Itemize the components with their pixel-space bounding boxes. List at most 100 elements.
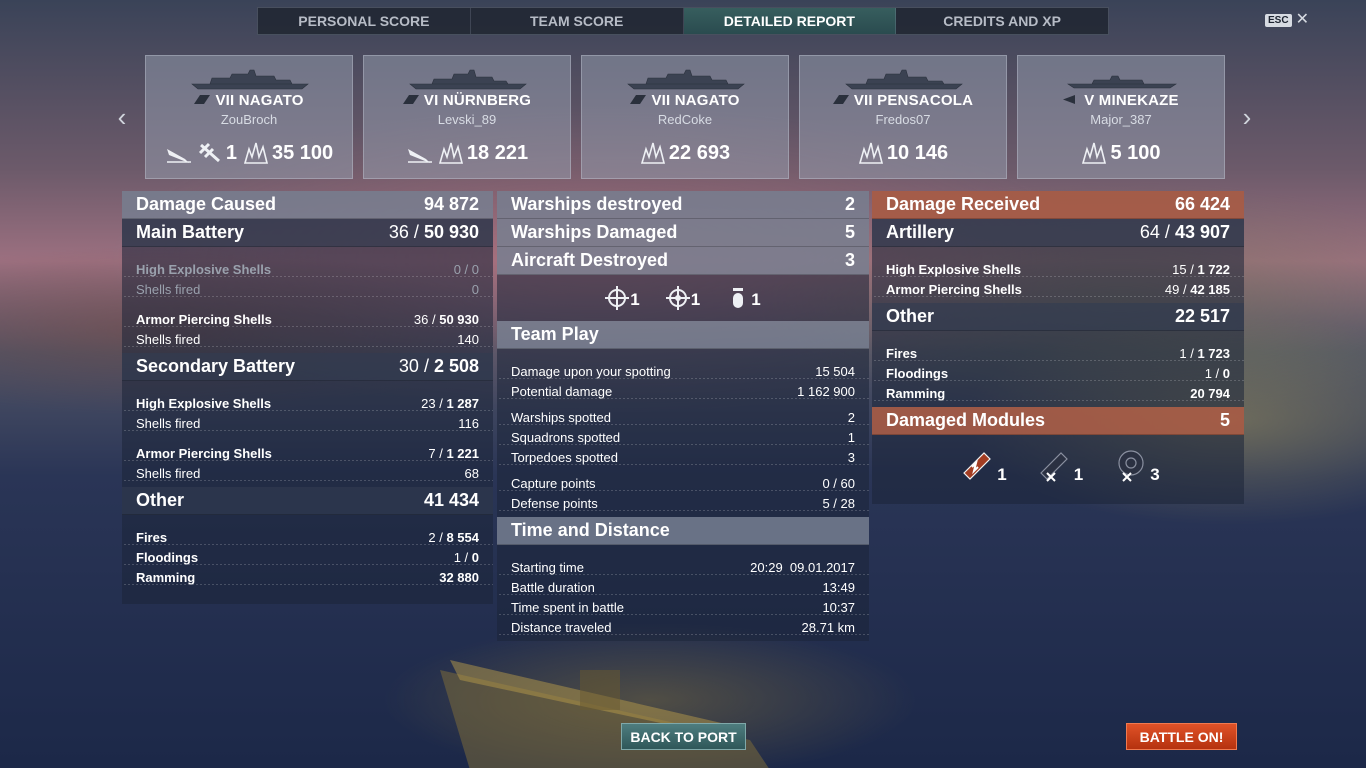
- received-ramming-row: Ramming 20 794: [872, 381, 1244, 401]
- ribbon-destroyed: [406, 141, 432, 165]
- time-distance-header: Time and Distance: [497, 517, 869, 545]
- aircraft-icons-row: 1 1 1: [497, 275, 869, 321]
- battleship-silhouette-icon: [191, 69, 309, 90]
- capture-points-row: Capture points 0 / 60: [497, 471, 869, 491]
- defense-points-row: Defense points 5 / 28: [497, 491, 869, 511]
- esc-key-label: ESC: [1265, 13, 1292, 27]
- damage-caused-panel: Damage Caused 94 872 Main Battery 36 / 50 …: [122, 191, 493, 604]
- explosion-hit-icon: [243, 142, 268, 164]
- ship-name: V MINEKAZE: [1018, 92, 1224, 109]
- squadrons-spotted-row: Squadrons spotted 1: [497, 425, 869, 445]
- battle-on-button[interactable]: BATTLE ON!: [1126, 723, 1237, 750]
- ship-card[interactable]: V MINEKAZE Major_387 5 100: [1017, 55, 1225, 179]
- torpedoes-spotted-row: Torpedoes spotted 3: [497, 445, 869, 465]
- ship-card[interactable]: VII NAGATO ZouBroch 1 35 100: [145, 55, 353, 179]
- back-to-port-button[interactable]: BACK TO PORT: [621, 723, 746, 750]
- secondary-he-fired-row: Shells fired 116: [122, 411, 493, 431]
- secondary-he-row: High Explosive Shells 23 / 1 287: [122, 391, 493, 411]
- engine-damaged-stat: 1: [956, 445, 1007, 485]
- floodings-row: Floodings 1 / 0: [122, 545, 493, 565]
- bomb-icon: [733, 288, 744, 308]
- close-button[interactable]: ESC ✕: [1265, 11, 1309, 28]
- other-damage-header: Other 41 434: [122, 487, 493, 515]
- main-battery-ap-fired-row: Shells fired 140: [122, 327, 493, 347]
- explosion-hit-icon: [858, 142, 883, 164]
- bomber-destroyed-stat: 1: [665, 286, 700, 310]
- main-battery-ap-row: Armor Piercing Shells 36 / 50 930: [122, 307, 493, 327]
- battleship-class-icon: [630, 95, 647, 104]
- main-battery-header: Main Battery 36 / 50 930: [122, 219, 493, 247]
- received-ap-row: Armor Piercing Shells 49 / 42 185: [872, 277, 1244, 297]
- warships-spotted-row: Warships spotted 2: [497, 405, 869, 425]
- received-other-header: Other 22 517: [872, 303, 1244, 331]
- aircraft-destroyed-header: Aircraft Destroyed 3: [497, 247, 869, 275]
- secondary-ap-fired-row: Shells fired 68: [122, 461, 493, 481]
- ship-card[interactable]: VI NÜRNBERG Levski_89 18 221: [363, 55, 571, 179]
- player-name: ZouBroch: [220, 112, 278, 127]
- starting-time-row: Starting time 20:29 09.01.2017: [497, 555, 869, 575]
- cruiser-class-icon: [832, 95, 849, 104]
- fighter-destroyed-stat: 1: [605, 286, 640, 310]
- warships-damaged-header: Warships Damaged 5: [497, 219, 869, 247]
- explosion-hit-icon: [640, 142, 665, 164]
- player-name: Fredos07: [875, 112, 931, 127]
- battleship-class-icon: [194, 95, 211, 104]
- tab-credits-and-xp[interactable]: CREDITS AND XP: [896, 8, 1108, 34]
- previous-ship-arrow[interactable]: ‹: [112, 104, 132, 130]
- close-icon: ✕: [1295, 11, 1309, 28]
- steering-destroyed-stat: 1: [1033, 445, 1083, 485]
- cruiser-silhouette-icon: [845, 69, 963, 90]
- bomber-crosshair-icon: [665, 286, 690, 310]
- ribbon-damage: 5 100: [1081, 141, 1161, 165]
- plane-shot-icon: [198, 142, 220, 163]
- main-battery-he-fired-row: Shells fired 0: [122, 277, 493, 297]
- team-play-header: Team Play: [497, 321, 869, 349]
- tab-team-score[interactable]: TEAM SCORE: [471, 8, 684, 34]
- ship-name: VI NÜRNBERG: [364, 92, 570, 109]
- tab-personal-score[interactable]: PERSONAL SCORE: [258, 8, 471, 34]
- potential-damage-row: Potential damage 1 162 900: [497, 379, 869, 399]
- fighter-crosshair-icon: [605, 286, 630, 310]
- next-ship-arrow[interactable]: ›: [1237, 104, 1257, 130]
- explosion-hit-icon: [1082, 142, 1107, 164]
- turret-destroyed-icon: [1118, 450, 1144, 482]
- destroyer-silhouette-icon: [1067, 75, 1177, 89]
- ship-name: VII NAGATO: [582, 92, 788, 109]
- ship-name: VII NAGATO: [146, 92, 352, 109]
- main-battery-he-row: High Explosive Shells 0 / 0: [122, 257, 493, 277]
- sinking-ship-icon: [407, 149, 432, 163]
- team-stats-panel: Warships destroyed 2 Warships Damaged 5 Ai…: [497, 191, 869, 641]
- ship-card[interactable]: VII PENSACOLA Fredos07 10 146: [799, 55, 1007, 179]
- secondary-battery-header: Secondary Battery 30 / 2 508: [122, 353, 493, 381]
- damage-received-header: Damage Received 66 424: [872, 191, 1244, 219]
- ship-card[interactable]: VII NAGATO RedCoke 22 693: [581, 55, 789, 179]
- player-name: Levski_89: [437, 112, 497, 127]
- received-floodings-row: Floodings 1 / 0: [872, 361, 1244, 381]
- battle-duration-row: Battle duration 13:49: [497, 575, 869, 595]
- warships-destroyed-header: Warships destroyed 2: [497, 191, 869, 219]
- ribbon-damage: 18 221: [438, 141, 528, 165]
- distance-traveled-row: Distance traveled 28.71 km: [497, 615, 869, 635]
- ribbon-aircraft: 1: [197, 141, 237, 165]
- tab-bar: PERSONAL SCORE TEAM SCORE DETAILED REPOR…: [257, 7, 1109, 35]
- steering-destroyed-icon: [1039, 452, 1068, 482]
- cruiser-class-icon: [402, 95, 419, 104]
- received-fires-row: Fires 1 / 1 723: [872, 341, 1244, 361]
- ship-name: VII PENSACOLA: [800, 92, 1006, 109]
- damage-received-panel: Damage Received 66 424 Artillery 64 / 43 9…: [872, 191, 1244, 504]
- sinking-ship-icon: [166, 149, 191, 163]
- player-name: RedCoke: [657, 112, 713, 127]
- time-in-battle-row: Time spent in battle 10:37: [497, 595, 869, 615]
- ribbon-damage: 10 146: [858, 141, 948, 165]
- artillery-header: Artillery 64 / 43 907: [872, 219, 1244, 247]
- ramming-row: Ramming 32 880: [122, 565, 493, 585]
- spotting-damage-row: Damage upon your spotting 15 504: [497, 359, 869, 379]
- ribbon-damage: 22 693: [640, 141, 730, 165]
- ribbon-destroyed: [165, 141, 191, 165]
- tab-detailed-report[interactable]: DETAILED REPORT: [683, 8, 897, 34]
- player-name: Major_387: [1090, 112, 1152, 127]
- destroyer-class-icon: [1063, 95, 1076, 104]
- secondary-ap-row: Armor Piercing Shells 7 / 1 221: [122, 441, 493, 461]
- engine-damaged-icon: [963, 452, 992, 480]
- module-icons-row: 1 1 3: [872, 435, 1244, 495]
